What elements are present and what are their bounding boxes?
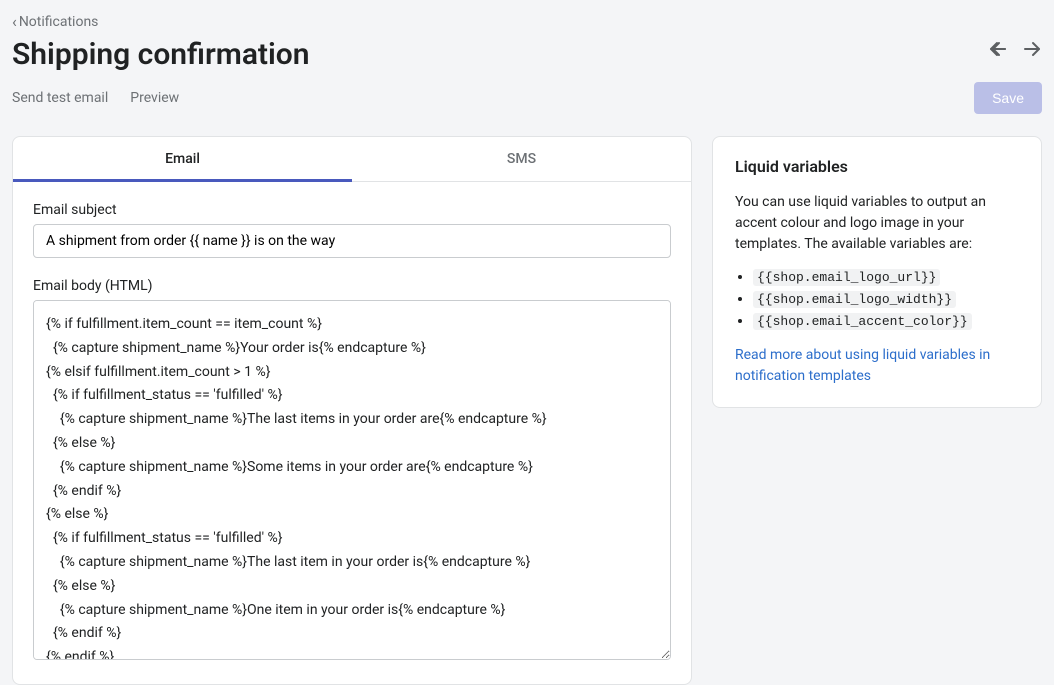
liquid-variables-title: Liquid variables bbox=[735, 157, 1019, 176]
list-item: {{shop.email_accent_color}} bbox=[753, 313, 1019, 329]
page-title: Shipping confirmation bbox=[12, 37, 310, 72]
editor-card: Email SMS Email subject Email body (HTML… bbox=[12, 136, 692, 685]
liquid-var-code: {{shop.email_logo_url}} bbox=[753, 269, 940, 286]
preview-link[interactable]: Preview bbox=[130, 90, 179, 106]
list-item: {{shop.email_logo_url}} bbox=[753, 269, 1019, 285]
tab-email[interactable]: Email bbox=[13, 137, 352, 181]
breadcrumb-label: Notifications bbox=[19, 14, 99, 30]
tabs: Email SMS bbox=[13, 137, 691, 182]
prev-arrow-icon[interactable] bbox=[988, 39, 1008, 64]
send-test-email-link[interactable]: Send test email bbox=[12, 90, 108, 106]
list-item: {{shop.email_logo_width}} bbox=[753, 291, 1019, 307]
email-body-textarea[interactable] bbox=[33, 300, 671, 660]
chevron-left-icon: ‹ bbox=[12, 12, 17, 31]
save-button[interactable]: Save bbox=[974, 82, 1042, 114]
liquid-variables-description: You can use liquid variables to output a… bbox=[735, 192, 1019, 255]
liquid-help-link[interactable]: Read more about using liquid variables i… bbox=[735, 347, 990, 384]
liquid-variables-list: {{shop.email_logo_url}} {{shop.email_log… bbox=[735, 269, 1019, 329]
liquid-variables-card: Liquid variables You can use liquid vari… bbox=[712, 136, 1042, 408]
liquid-var-code: {{shop.email_logo_width}} bbox=[753, 291, 956, 308]
next-arrow-icon[interactable] bbox=[1022, 39, 1042, 64]
liquid-var-code: {{shop.email_accent_color}} bbox=[753, 313, 972, 330]
breadcrumb[interactable]: ‹ Notifications bbox=[12, 12, 98, 31]
nav-arrows bbox=[988, 37, 1042, 64]
email-body-label: Email body (HTML) bbox=[33, 278, 671, 294]
email-subject-label: Email subject bbox=[33, 202, 671, 218]
email-subject-input[interactable] bbox=[33, 224, 671, 258]
tab-sms[interactable]: SMS bbox=[352, 137, 691, 181]
